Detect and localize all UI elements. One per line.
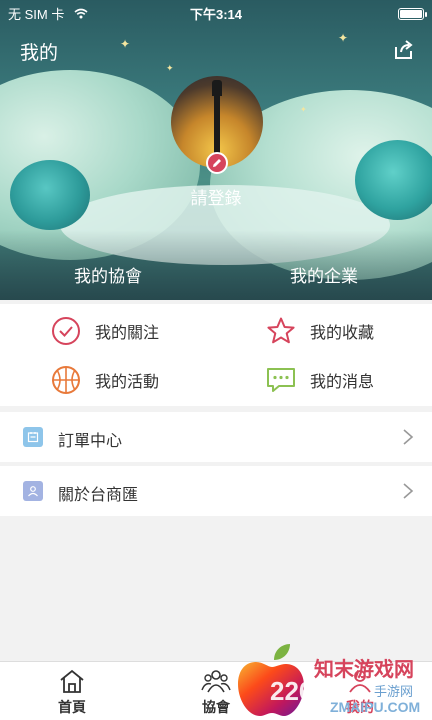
order-center-row[interactable]: 訂單中心 [0,412,432,462]
watermark-logo: 2265 知末游戏网 手游网 ZMAIPU.COM [234,640,430,720]
my-association-button[interactable]: 我的協會 [0,262,216,287]
profile-header-banner: ✦ ✦ ✦ ✦ 无 SIM 卡 下午3:14 我的 請登錄 我的協會 我的企業 [0,0,432,300]
login-link[interactable]: 請登錄 [0,184,432,209]
order-center-label: 訂單中心 [58,433,123,450]
about-label: 關於台商匯 [58,487,139,504]
share-icon[interactable] [392,38,416,62]
star-icon [264,314,298,348]
about-row[interactable]: 關於台商匯 [0,466,432,516]
star-decoration: ✦ [166,63,174,73]
my-favorites-label: 我的收藏 [310,325,375,342]
chevron-right-icon [402,429,414,445]
status-bar: 无 SIM 卡 下午3:14 [0,4,432,24]
message-icon [264,363,298,397]
clock-time: 下午3:14 [189,7,243,22]
star-decoration: ✦ [338,31,349,45]
edit-pencil-icon[interactable] [206,152,228,174]
tab-home[interactable]: 首頁 [0,662,144,720]
association-icon [201,668,231,694]
my-messages-label: 我的消息 [310,374,375,391]
star-decoration: ✦ [120,37,131,51]
my-favorites-item[interactable]: 我的收藏 [0,306,432,356]
svg-text:ZMAIPU.COM: ZMAIPU.COM [330,699,420,715]
chevron-right-icon [402,483,414,499]
quick-actions-grid: 我的關注 我的收藏 我的活動 我的消息 [0,304,432,406]
battery-tip-icon [425,12,427,17]
about-icon [23,481,43,501]
star-decoration: ✦ [300,105,307,114]
page-title: 我的 [20,43,59,64]
tab-home-label: 首頁 [58,699,86,715]
my-messages-item[interactable]: 我的消息 [0,355,432,405]
battery-icon [398,8,424,20]
home-icon [57,668,87,694]
my-enterprise-button[interactable]: 我的企業 [216,262,432,287]
svg-text:知末游戏网: 知末游戏网 [314,657,414,681]
svg-text:手游网: 手游网 [374,685,413,700]
order-icon [23,427,43,447]
